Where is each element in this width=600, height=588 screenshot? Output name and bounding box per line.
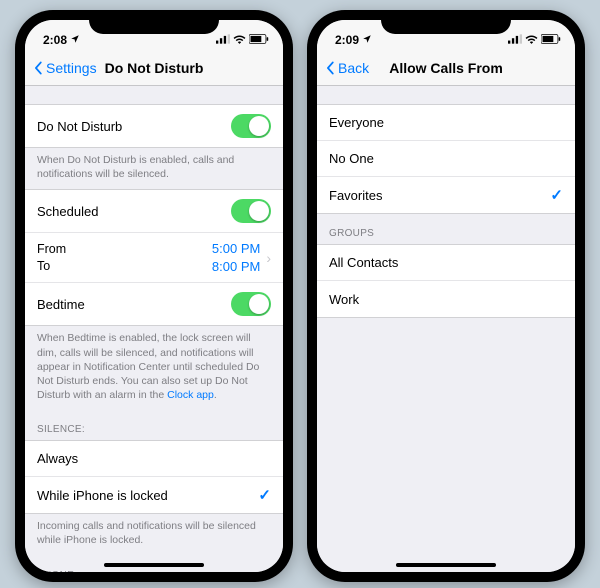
signal-icon [216, 33, 230, 47]
home-indicator[interactable] [396, 563, 496, 567]
dnd-row[interactable]: Do Not Disturb [25, 104, 283, 148]
from-value: 5:00 PM [212, 241, 260, 256]
bedtime-row[interactable]: Bedtime [25, 283, 283, 325]
status-time: 2:09 [335, 33, 359, 47]
dnd-footer: When Do Not Disturb is enabled, calls an… [25, 148, 283, 189]
work-row[interactable]: Work [317, 281, 575, 317]
scheduled-toggle[interactable] [231, 199, 271, 223]
screen-left: 2:08 [25, 20, 283, 572]
nav-bar: Settings Do Not Disturb [25, 50, 283, 86]
settings-content[interactable]: Do Not Disturb When Do Not Disturb is en… [25, 86, 283, 572]
back-button[interactable]: Back [323, 60, 369, 76]
check-icon: ✓ [258, 486, 271, 504]
signal-icon [508, 33, 522, 47]
everyone-label: Everyone [329, 115, 384, 130]
work-label: Work [329, 292, 359, 307]
silence-header: SILENCE: [25, 410, 283, 440]
status-time: 2:08 [43, 33, 67, 47]
dnd-label: Do Not Disturb [37, 119, 122, 134]
notch [381, 10, 511, 34]
nav-title: Allow Calls From [389, 60, 503, 76]
from-label: From [37, 242, 66, 256]
while-locked-row[interactable]: While iPhone is locked ✓ [25, 477, 283, 513]
bedtime-label: Bedtime [37, 297, 85, 312]
chevron-left-icon [323, 61, 337, 75]
notch [89, 10, 219, 34]
chevron-right-icon: › [266, 250, 271, 266]
all-contacts-row[interactable]: All Contacts [317, 245, 575, 281]
battery-icon [249, 33, 269, 47]
wifi-icon [525, 33, 538, 47]
back-label: Back [338, 60, 369, 76]
back-label: Settings [46, 60, 97, 76]
to-label: To [37, 259, 66, 273]
clock-app-link[interactable]: Clock app [167, 389, 214, 401]
always-row[interactable]: Always [25, 441, 283, 477]
dnd-toggle[interactable] [231, 114, 271, 138]
nav-bar: Back Allow Calls From [317, 50, 575, 86]
bedtime-toggle[interactable] [231, 292, 271, 316]
favorites-row[interactable]: Favorites ✓ [317, 177, 575, 213]
noone-label: No One [329, 151, 374, 166]
location-icon [70, 33, 80, 47]
chevron-left-icon [31, 61, 45, 75]
silence-footer: Incoming calls and notifications will be… [25, 514, 283, 555]
location-icon [362, 33, 372, 47]
scheduled-row[interactable]: Scheduled [25, 190, 283, 233]
scheduled-label: Scheduled [37, 204, 98, 219]
home-indicator[interactable] [104, 563, 204, 567]
groups-header: GROUPS [317, 214, 575, 244]
schedule-time-row[interactable]: From To 5:00 PM 8:00 PM › [25, 233, 283, 283]
wifi-icon [233, 33, 246, 47]
nav-title: Do Not Disturb [105, 60, 204, 76]
allow-calls-content[interactable]: Everyone No One Favorites ✓ GROUPS All C… [317, 86, 575, 572]
while-locked-label: While iPhone is locked [37, 488, 168, 503]
to-value: 8:00 PM [212, 259, 260, 274]
phone-left: 2:08 [15, 10, 293, 582]
always-label: Always [37, 451, 78, 466]
bedtime-footer: When Bedtime is enabled, the lock screen… [25, 326, 283, 410]
all-contacts-label: All Contacts [329, 255, 398, 270]
back-button[interactable]: Settings [31, 60, 97, 76]
phone-right: 2:09 [307, 10, 585, 582]
battery-icon [541, 33, 561, 47]
screen-right: 2:09 [317, 20, 575, 572]
noone-row[interactable]: No One [317, 141, 575, 177]
everyone-row[interactable]: Everyone [317, 105, 575, 141]
favorites-label: Favorites [329, 188, 382, 203]
check-icon: ✓ [550, 186, 563, 204]
